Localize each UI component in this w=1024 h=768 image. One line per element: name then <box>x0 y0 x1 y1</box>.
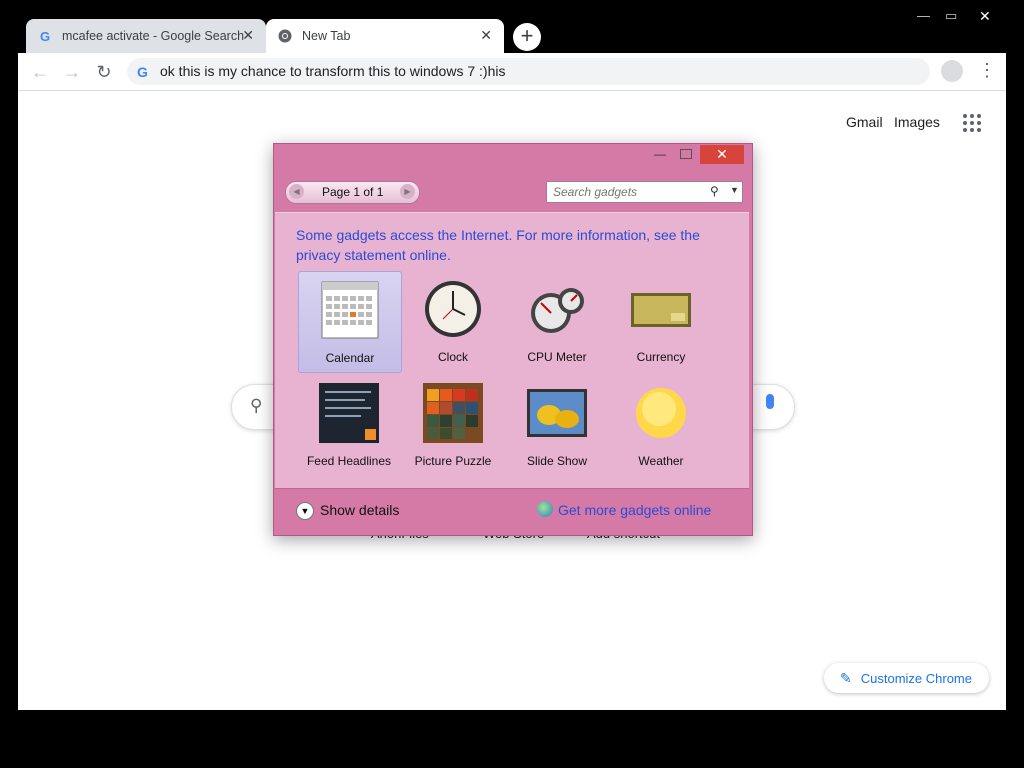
calendar-icon <box>321 281 379 339</box>
address-text[interactable]: ok this is my chance to transform this t… <box>160 63 505 79</box>
close-button[interactable]: ✕ <box>700 145 744 164</box>
minimize-icon[interactable]: — <box>654 147 666 161</box>
maximize-window-icon[interactable]: ▭ <box>945 8 957 24</box>
gadget-calendar[interactable]: Calendar <box>298 271 402 373</box>
back-icon[interactable]: ← <box>29 61 51 83</box>
google-g-icon: G <box>39 28 51 44</box>
customize-chrome-button[interactable]: ✎ Customize Chrome <box>824 663 989 693</box>
profile-avatar-icon[interactable] <box>941 60 963 82</box>
get-more-gadgets-link[interactable]: Get more gadgets online <box>558 502 711 518</box>
gadget-name: Slide Show <box>526 454 588 468</box>
gadget-slide-show[interactable]: Slide Show <box>506 375 608 475</box>
page-label: Page 1 of 1 <box>322 185 384 199</box>
tab-mcafee-search[interactable]: G mcafee activate - Google Search ✕ <box>26 19 266 53</box>
tab-title: mcafee activate - Google Search <box>62 29 245 43</box>
feed-headlines-icon <box>319 383 379 443</box>
images-link[interactable]: Images <box>894 114 940 130</box>
picture-puzzle-icon <box>423 383 483 443</box>
chevron-down-icon[interactable]: ▼ <box>296 502 314 520</box>
gadget-name: Calendar <box>325 351 375 365</box>
minimize-window-icon[interactable]: — <box>917 8 930 23</box>
address-bar[interactable]: G ok this is my chance to transform this… <box>127 58 930 85</box>
cpu-meter-icon <box>531 288 584 333</box>
gadget-currency[interactable]: Currency <box>610 271 712 371</box>
gadget-search-input[interactable] <box>551 182 705 202</box>
show-details-button[interactable]: Show details <box>320 502 399 518</box>
maximize-icon[interactable] <box>680 149 692 159</box>
gmail-link[interactable]: Gmail <box>846 114 883 130</box>
menu-kebab-icon[interactable]: ⋮ <box>978 60 996 81</box>
tab-title: New Tab <box>302 29 351 43</box>
chrome-icon <box>278 29 292 43</box>
gadget-feed-headlines[interactable]: Feed Headlines <box>298 375 400 475</box>
search-icon[interactable]: ⚲ <box>710 184 719 198</box>
close-tab-icon[interactable]: ✕ <box>480 27 492 44</box>
tab-new-tab[interactable]: New Tab ✕ <box>266 19 504 53</box>
gadget-picture-puzzle[interactable]: Picture Puzzle <box>402 375 504 475</box>
gadgets-footer: ▼ Show details Get more gadgets online <box>275 488 749 533</box>
close-tab-icon[interactable]: ✕ <box>242 27 254 44</box>
gadget-name: Feed Headlines <box>306 454 392 468</box>
gadget-clock[interactable]: Clock <box>402 271 504 371</box>
previous-page-icon[interactable]: ◀ <box>289 184 304 199</box>
gadget-name: Weather <box>638 454 684 468</box>
customize-chrome-label: Customize Chrome <box>860 670 972 686</box>
gadget-name: CPU Meter <box>527 350 587 364</box>
page-navigator: ◀ Page 1 of 1 ▶ <box>285 181 420 204</box>
dropdown-arrow-icon[interactable]: ▼ <box>730 185 739 195</box>
new-tab-button[interactable]: + <box>513 23 541 51</box>
gadget-search-field[interactable]: ⚲ ▼ <box>546 181 743 203</box>
slide-show-icon <box>527 389 587 437</box>
globe-icon <box>537 501 553 517</box>
pencil-icon: ✎ <box>840 669 852 686</box>
gadget-name: Clock <box>437 350 468 364</box>
internet-notice-link[interactable]: Some gadgets access the Internet. For mo… <box>296 225 716 265</box>
apps-grid-icon[interactable] <box>963 114 981 132</box>
next-page-icon[interactable]: ▶ <box>400 184 415 199</box>
microphone-icon[interactable] <box>766 394 774 409</box>
gadgets-gallery-window: — ✕ ◀ Page 1 of 1 ▶ ⚲ ▼ Some gadgets acc… <box>273 143 753 536</box>
google-g-icon: G <box>137 64 148 80</box>
reload-icon[interactable]: ↻ <box>93 61 115 83</box>
gadget-name: Currency <box>636 350 686 364</box>
currency-icon <box>631 293 691 327</box>
weather-sun-icon <box>636 388 686 438</box>
forward-icon[interactable]: → <box>61 61 83 83</box>
search-icon: ⚲ <box>250 396 263 415</box>
gadget-cpu-meter[interactable]: CPU Meter <box>506 271 608 371</box>
gadget-weather[interactable]: Weather <box>610 375 712 475</box>
close-window-icon[interactable]: ✕ <box>979 8 991 25</box>
clock-icon <box>425 281 481 337</box>
gadget-list: Some gadgets access the Internet. For mo… <box>275 212 749 488</box>
gadget-name: Picture Puzzle <box>414 454 492 468</box>
